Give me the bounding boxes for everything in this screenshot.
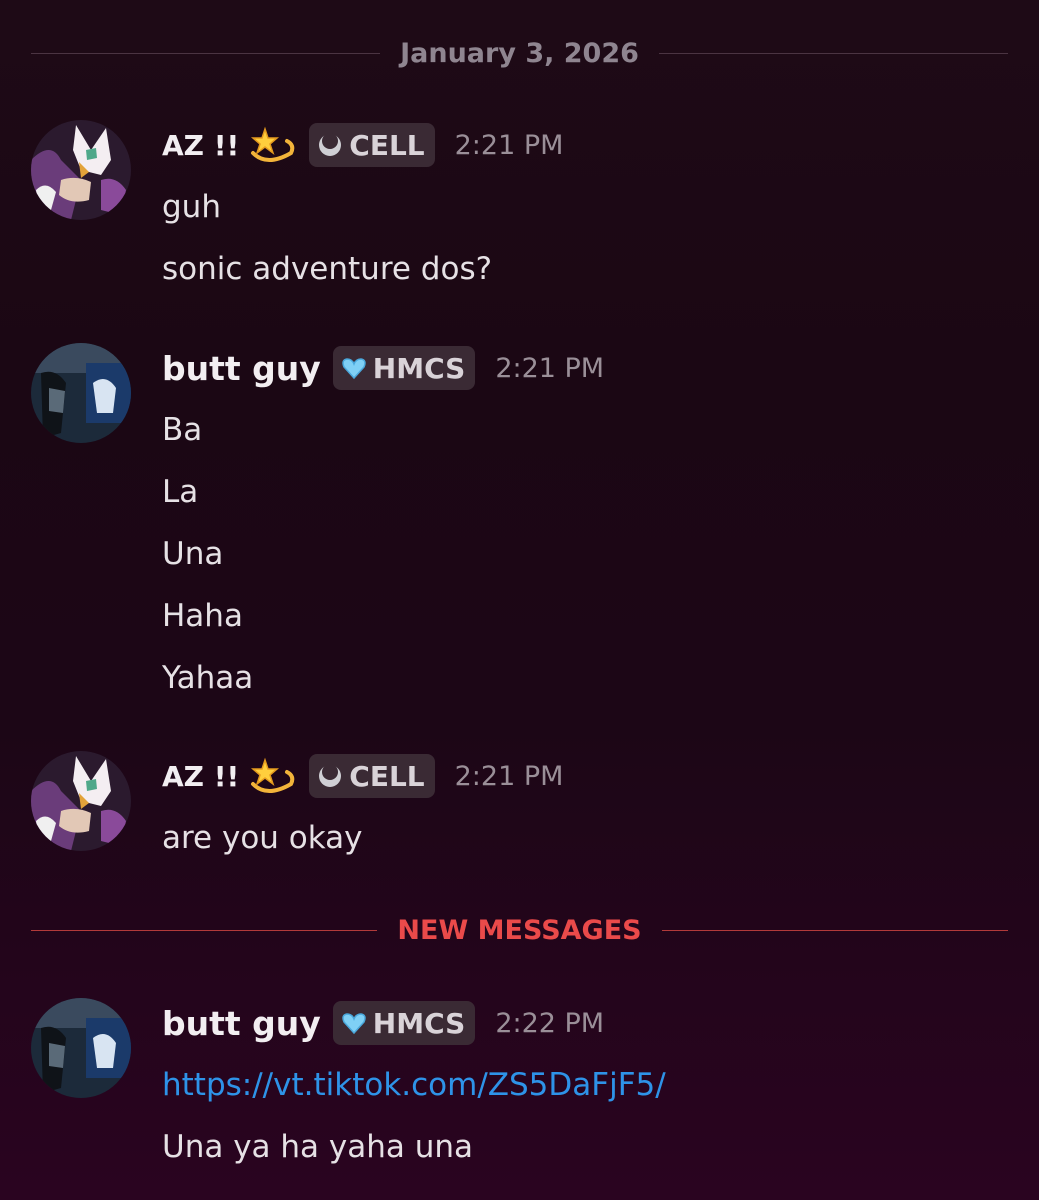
message-group: butt guy HMCS 2:22 PM https://vt.tiktok.… <box>31 998 1008 1178</box>
dizzy-star-icon <box>247 754 297 798</box>
username[interactable]: butt guy <box>162 1004 321 1043</box>
message-group: AZ !! CELL 2:21 PM guh sonic adventure d… <box>31 120 1008 300</box>
username[interactable]: AZ !! <box>162 760 239 793</box>
clan-tag[interactable]: HMCS <box>332 346 476 390</box>
divider-line <box>658 52 1008 54</box>
message-body: guh sonic adventure dos? <box>162 176 1008 300</box>
message-line: https://vt.tiktok.com/ZS5DaFjF5/ <box>162 1054 1008 1116</box>
message-line: Ba <box>162 412 203 448</box>
divider-line <box>661 929 1009 931</box>
username[interactable]: butt guy <box>162 349 321 388</box>
moon-icon <box>317 763 343 789</box>
message-line: Haha <box>162 598 243 634</box>
message-header: AZ !! CELL 2:21 PM <box>162 120 563 170</box>
new-messages-divider: NEW MESSAGES <box>31 914 1009 946</box>
moon-icon <box>317 132 343 158</box>
message-line: guh <box>162 189 221 225</box>
avatar[interactable] <box>31 751 131 851</box>
divider-line <box>31 52 381 54</box>
timestamp: 2:22 PM <box>495 1007 605 1039</box>
message-body: are you okay <box>162 807 1008 869</box>
heart-icon <box>341 355 367 381</box>
timestamp: 2:21 PM <box>495 352 605 384</box>
avatar[interactable] <box>31 343 131 443</box>
message-line: Yahaa <box>162 660 254 696</box>
message-line: sonic adventure dos? <box>162 251 493 287</box>
message-line: are you okay <box>162 820 363 856</box>
message-body: Ba La Una Haha Yahaa <box>162 399 1008 709</box>
tiktok-link[interactable]: https://vt.tiktok.com/ZS5DaFjF5/ <box>162 1067 666 1103</box>
message-group: AZ !! CELL 2:21 PM are you okay <box>31 751 1008 871</box>
tag-label: HMCS <box>372 1006 466 1040</box>
date-label: January 3, 2026 <box>400 37 639 69</box>
message-line: La <box>162 474 199 510</box>
message-body: https://vt.tiktok.com/ZS5DaFjF5/ Una ya … <box>162 1054 1008 1178</box>
date-divider: January 3, 2026 <box>31 37 1008 69</box>
tag-label: HMCS <box>372 351 466 385</box>
message-header: AZ !! CELL 2:21 PM <box>162 751 563 801</box>
new-messages-label: NEW MESSAGES <box>397 914 642 946</box>
clan-tag[interactable]: CELL <box>309 754 435 798</box>
heart-icon <box>341 1010 367 1036</box>
avatar[interactable] <box>31 120 131 220</box>
avatar[interactable] <box>31 998 131 1098</box>
message-group: butt guy HMCS 2:21 PM Ba La Una Haha Yah… <box>31 343 1008 703</box>
message-header: butt guy HMCS 2:22 PM <box>162 998 604 1048</box>
message-line: Una <box>162 536 224 572</box>
tag-label: CELL <box>349 128 425 162</box>
tag-label: CELL <box>349 759 425 793</box>
timestamp: 2:21 PM <box>454 760 564 792</box>
timestamp: 2:21 PM <box>454 129 564 161</box>
clan-tag[interactable]: HMCS <box>332 1001 476 1045</box>
clan-tag[interactable]: CELL <box>309 123 435 167</box>
message-header: butt guy HMCS 2:21 PM <box>162 343 604 393</box>
divider-line <box>31 929 378 931</box>
message-line: Una ya ha yaha una <box>162 1129 474 1165</box>
dizzy-star-icon <box>247 123 297 167</box>
username[interactable]: AZ !! <box>162 129 239 162</box>
